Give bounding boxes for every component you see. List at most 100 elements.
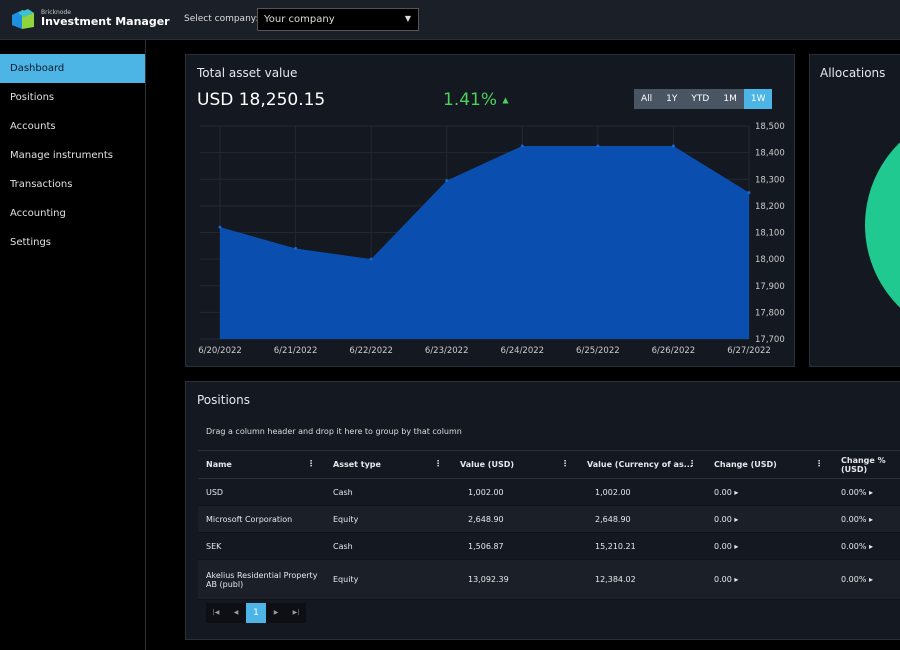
table-cell: Cash [325, 532, 452, 560]
y-tick-label: 17,800 [755, 308, 785, 318]
table-cell: Akelius Residential Property AB (publ) [198, 559, 325, 600]
column-menu-icon[interactable]: ⋮ [307, 459, 315, 468]
cell-text: 2,648.90 [595, 514, 631, 524]
expand-arrow-icon[interactable]: ▸ [866, 515, 873, 524]
header-label: Value (Currency of as... [587, 460, 693, 469]
column-menu-icon[interactable]: ⋮ [815, 459, 823, 468]
table-cell: 1,002.00 [579, 478, 706, 506]
expand-arrow-icon[interactable]: ▸ [732, 575, 738, 584]
table-cell: 2,648.90 [452, 505, 579, 533]
cell-text: 12,384.02 [595, 575, 636, 584]
cell-text: 1,002.00 [595, 487, 631, 497]
table-row[interactable]: SEK Cash 1,506.87 15,210.21 0.00 ▸ 0.00% ▸ [198, 532, 900, 560]
column-menu-icon[interactable]: ⋮ [688, 459, 696, 468]
data-point [596, 144, 600, 148]
table-cell: 0.00 ▸ [706, 478, 833, 506]
table-cell: 0.00 ▸ [706, 505, 833, 533]
expand-arrow-icon[interactable]: ▸ [732, 542, 738, 551]
table-cell: Cash [325, 478, 452, 506]
x-tick-label: 6/27/2022 [727, 346, 771, 356]
table-cell: 0.00% ▸ [833, 478, 900, 506]
x-tick-label: 6/22/2022 [349, 346, 393, 356]
group-drop-area[interactable]: Drag a column header and drop it here to… [206, 427, 462, 436]
column-header-asset-type[interactable]: Asset type ⋮ [325, 450, 452, 479]
data-point [218, 225, 222, 229]
caret-down-icon: ▼ [404, 14, 411, 23]
allocation-pie-slice[interactable] [865, 110, 900, 340]
cell-text: 0.00% [841, 575, 867, 584]
y-tick-label: 18,300 [755, 175, 785, 185]
asset-chart: 18,500 18,400 18,300 18,200 18,100 18,000 17,9… [198, 122, 785, 356]
sidebar-item-transactions[interactable]: Transactions [0, 170, 145, 199]
x-tick-label: 6/25/2022 [576, 346, 620, 356]
table-cell: 0.00 ▸ [706, 559, 833, 600]
cell-text: Equity [333, 514, 359, 524]
first-page-icon[interactable]: |◀ [206, 603, 226, 623]
expand-arrow-icon[interactable]: ▸ [732, 515, 738, 524]
cell-text: 0.00 [714, 575, 732, 584]
table-cell: Equity [325, 559, 452, 600]
positions-panel: Positions Drag a column header and drop … [185, 381, 900, 640]
asset-area [220, 145, 749, 339]
sidebar-item-dashboard[interactable]: Dashboard [0, 54, 145, 83]
data-point [520, 144, 524, 148]
column-header-change-pct[interactable]: Change % (USD) [833, 450, 900, 479]
sidebar-item-manage-instruments[interactable]: Manage instruments [0, 141, 145, 170]
table-cell: Microsoft Corporation [198, 505, 325, 533]
header-label: Change % (USD) [841, 455, 886, 474]
last-page-icon[interactable]: ▶| [286, 603, 306, 623]
cell-text: 2,648.90 [468, 514, 504, 524]
table-row[interactable]: Microsoft Corporation Equity 2,648.90 2,648… [198, 505, 900, 533]
cell-text: USD [206, 487, 224, 497]
table-cell: 13,092.39 [452, 559, 579, 600]
sidebar-item-positions[interactable]: Positions [0, 83, 145, 112]
table-cell: USD [198, 478, 325, 506]
column-menu-icon[interactable]: ⋮ [561, 459, 569, 468]
sidebar-item-settings[interactable]: Settings [0, 228, 145, 257]
expand-arrow-icon[interactable]: ▸ [866, 542, 873, 551]
column-menu-icon[interactable]: ⋮ [434, 459, 442, 468]
table-row[interactable]: USD Cash 1,002.00 1,002.00 0.00 ▸ 0.00% ▸ [198, 478, 900, 506]
y-tick-label: 18,100 [755, 229, 785, 239]
cell-text: SEK [206, 541, 222, 551]
company-select[interactable]: Your company ▼ [257, 8, 419, 31]
data-point [445, 179, 449, 183]
brand-name: Investment Manager [41, 15, 170, 28]
table-cell: 0.00 ▸ [706, 532, 833, 560]
cell-text: 1,506.87 [468, 541, 504, 551]
column-header-name[interactable]: Name ⋮ [198, 450, 325, 479]
table-row[interactable]: Akelius Residential Property AB (publ) Eq… [198, 559, 900, 600]
cell-text: 0.00% [841, 487, 867, 497]
column-header-value-usd[interactable]: Value (USD) ⋮ [452, 450, 579, 479]
cell-text: 0.00 [714, 541, 732, 551]
sidebar-item-accounting[interactable]: Accounting [0, 199, 145, 228]
cell-text: Akelius Residential Property AB (publ) [206, 570, 318, 589]
header-label: Name [206, 460, 232, 469]
cell-text: 13,092.39 [468, 575, 509, 584]
y-tick-label: 18,400 [755, 149, 785, 159]
y-tick-label: 18,200 [755, 202, 785, 212]
column-header-change-usd[interactable]: Change (USD) ⋮ [706, 450, 833, 479]
sidebar-item-accounts[interactable]: Accounts [0, 112, 145, 141]
prev-page-icon[interactable]: ◀ [226, 603, 246, 623]
table-cell: 2,648.90 [579, 505, 706, 533]
positions-table: Name ⋮ Asset type ⋮ Value (USD) ⋮ Value (Cu… [198, 450, 900, 600]
expand-arrow-icon[interactable]: ▸ [866, 488, 873, 497]
sidebar: Dashboard Positions Accounts Manage inst… [0, 40, 146, 650]
table-cell: 1,002.00 [452, 478, 579, 506]
y-tick-label: 18,000 [755, 255, 785, 265]
expand-arrow-icon[interactable]: ▸ [866, 575, 873, 584]
next-page-icon[interactable]: ▶ [266, 603, 286, 623]
pager: |◀ ◀ 1 ▶ ▶| [206, 603, 306, 623]
expand-arrow-icon[interactable]: ▸ [732, 488, 738, 497]
bricknode-logo-icon [12, 9, 34, 29]
column-header-value-currency[interactable]: Value (Currency of as... ⋮ [579, 450, 706, 479]
table-cell: 12,384.02 [579, 559, 706, 600]
cell-text: Cash [333, 487, 353, 497]
x-tick-label: 6/26/2022 [652, 346, 696, 356]
panel-title: Positions [197, 393, 250, 407]
page-1-button[interactable]: 1 [246, 603, 266, 623]
y-tick-label: 17,700 [755, 335, 785, 345]
cell-text: 1,002.00 [468, 487, 504, 497]
data-point [369, 257, 373, 261]
